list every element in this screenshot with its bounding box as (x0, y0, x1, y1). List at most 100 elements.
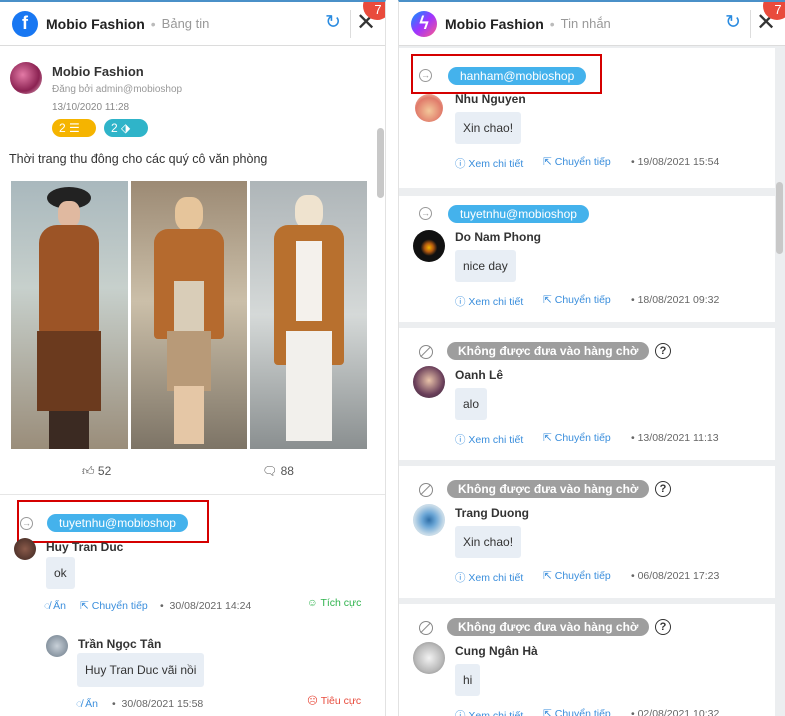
messages-scroll-area: → hanham@mobioshop Nhu Nguyen Xin chao! … (399, 46, 785, 716)
feed-header: f Mobio Fashion • Bảng tin ↻ ✕ 7 (0, 2, 385, 46)
hide-label: Ẩn (85, 698, 99, 710)
comments-count[interactable]: 🗨︎ 88 (262, 464, 294, 478)
sentiment-negative[interactable]: ☹ Tiêu cực (307, 695, 361, 707)
post-text: Thời trang thu đông cho các quý cô văn p… (9, 152, 268, 166)
post-posted-by: Đăng bởi admin@mobioshop (52, 84, 183, 95)
message-time: • 19/08/2021 15:54 (631, 156, 720, 168)
message-text: alo (455, 388, 488, 420)
customer-name[interactable]: Trang Duong (455, 506, 529, 520)
view-detail-button[interactable]: ⓘ Xem chi tiết (455, 708, 523, 716)
reply-message: Huy Tran Duc vãi nồi (77, 653, 205, 687)
forward-button[interactable]: ⇱ Chuyển tiếp (543, 708, 611, 716)
forward-label: Chuyển tiếp (554, 432, 611, 444)
customer-name[interactable]: Cung Ngân Hà (455, 644, 538, 658)
help-icon[interactable]: ? (655, 343, 671, 359)
facebook-icon: f (12, 10, 38, 37)
post-divider (0, 494, 385, 495)
customer-name[interactable]: Oanh Lê (455, 368, 503, 382)
view-detail-button[interactable]: ⓘ Xem chi tiết (455, 294, 523, 309)
forward-button[interactable]: ⇱ Chuyển tiếp (543, 570, 611, 582)
assigned-email-badge: tuyetnhu@mobioshop (448, 205, 589, 223)
feed-scroll-area: Mobio Fashion Đăng bởi admin@mobioshop 1… (0, 46, 385, 716)
queue-status-badge: Không được đưa vào hàng chờ (447, 480, 650, 498)
view-detail-button[interactable]: ⓘ Xem chi tiết (455, 156, 523, 171)
refresh-icon[interactable]: ↻ (323, 13, 343, 33)
hide-comment-button[interactable]: ◌̸ Ẩn (44, 600, 66, 612)
forward-label: Chuyển tiếp (554, 708, 611, 716)
forward-button[interactable]: ⇱ Chuyển tiếp (543, 156, 611, 168)
smile-icon: ☺ (307, 597, 318, 609)
forward-label: Chuyển tiếp (554, 294, 611, 306)
message-text: Xin chao! (455, 526, 522, 558)
messages-header: ϟ Mobio Fashion • Tin nhắn ↻ ✕ 7 (399, 2, 785, 46)
hide-reply-button[interactable]: ◌̸ Ẩn (76, 698, 98, 710)
comments-value: 88 (280, 464, 294, 478)
message-card[interactable]: Không được đưa vào hàng chờ ? Oanh Lê al… (399, 328, 775, 460)
commenter-name[interactable]: Huy Tran Duc (46, 540, 123, 554)
comment-message: ok (46, 557, 75, 589)
blocked-icon (419, 621, 433, 635)
tag-icon: ⬗ (121, 121, 131, 135)
likes-value: 52 (97, 464, 112, 478)
forward-icon: ⇱ (543, 156, 552, 168)
info-icon: ⓘ (455, 572, 466, 584)
reply-time: • 30/08/2021 15:58 (112, 698, 204, 710)
messages-scrollbar[interactable] (776, 182, 783, 254)
highlight-box (411, 54, 602, 94)
message-card[interactable]: → tuyetnhu@mobioshop Do Nam Phong nice d… (399, 196, 775, 322)
messenger-icon: ϟ (411, 10, 437, 37)
forward-button[interactable]: ⇱ Chuyển tiếp (543, 432, 611, 444)
message-time: • 13/08/2021 11:13 (631, 432, 719, 444)
message-card[interactable]: → hanham@mobioshop Nhu Nguyen Xin chao! … (399, 48, 775, 188)
customer-name[interactable]: Nhu Nguyen (455, 92, 526, 106)
post-photo-2 (130, 181, 248, 449)
post-image[interactable] (11, 181, 368, 449)
forward-button[interactable]: ⇱ Chuyển tiếp (543, 294, 611, 306)
view-detail-button[interactable]: ⓘ Xem chi tiết (455, 432, 523, 447)
help-icon[interactable]: ? (655, 481, 671, 497)
post-author[interactable]: Mobio Fashion (52, 64, 144, 79)
message-text: hi (455, 664, 481, 696)
detail-label: Xem chi tiết (468, 434, 524, 446)
sentiment-label: Tiêu cực (320, 695, 362, 707)
eye-slash-icon: ◌̸ (44, 600, 51, 612)
info-icon: ⓘ (455, 710, 466, 716)
forward-comment-button[interactable]: ⇱ Chuyển tiếp (80, 600, 148, 612)
message-time-value: 19/08/2021 15:54 (637, 156, 720, 168)
hide-label: Ẩn (53, 600, 67, 612)
list-tag-count: 2 (59, 121, 66, 135)
message-text: Xin chao! (455, 112, 522, 144)
message-time-value: 02/08/2021 10:32 (637, 708, 720, 716)
post-photo-3 (250, 181, 368, 449)
likes-count[interactable]: 👍︎ 52 (82, 464, 111, 479)
message-card[interactable]: Không được đưa vào hàng chờ ? Cung Ngân … (399, 604, 775, 716)
list-tag-badge[interactable]: 2 ☰ (52, 119, 96, 137)
help-icon[interactable]: ? (655, 619, 671, 635)
sentiment-positive[interactable]: ☺ Tích cực (307, 597, 361, 609)
forward-label: Chuyển tiếp (91, 600, 148, 612)
customer-avatar (413, 504, 445, 536)
queue-status-badge: Không được đưa vào hàng chờ (447, 342, 650, 360)
forward-icon: ⇱ (543, 570, 552, 582)
message-time: • 06/08/2021 17:23 (631, 570, 720, 582)
assign-icon: → (419, 207, 432, 220)
reply-time-value: 30/08/2021 15:58 (121, 698, 204, 710)
message-text: nice day (455, 250, 516, 282)
reply-name[interactable]: Trần Ngọc Tân (78, 637, 161, 651)
comment-time: • 30/08/2021 14:24 (160, 600, 252, 612)
detail-label: Xem chi tiết (468, 296, 524, 308)
refresh-icon[interactable]: ↻ (723, 13, 743, 33)
label-tag-badge[interactable]: 2 ⬗ (104, 119, 148, 137)
news-feed-panel: Mobio Fashion Đăng bởi admin@mobioshop 1… (0, 0, 386, 716)
feed-title: Mobio Fashion (46, 15, 145, 32)
list-icon: ☰ (69, 121, 80, 135)
view-detail-button[interactable]: ⓘ Xem chi tiết (455, 570, 523, 585)
message-time-value: 18/08/2021 09:32 (637, 294, 720, 306)
messages-title: Mobio Fashion (445, 15, 544, 32)
feed-scrollbar[interactable] (377, 128, 384, 198)
customer-name[interactable]: Do Nam Phong (455, 230, 541, 244)
detail-label: Xem chi tiết (468, 710, 524, 716)
page-avatar (10, 62, 42, 94)
customer-avatar (415, 94, 443, 122)
message-card[interactable]: Không được đưa vào hàng chờ ? Trang Duon… (399, 466, 775, 598)
